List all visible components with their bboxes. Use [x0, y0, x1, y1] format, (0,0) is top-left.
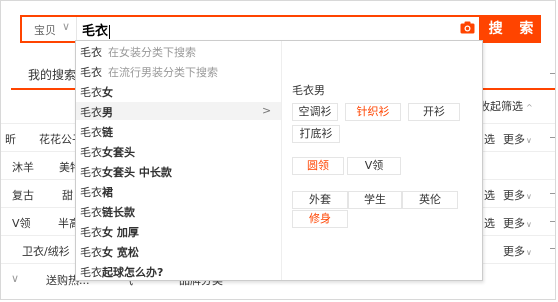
more-button[interactable]: 更多∨: [503, 131, 532, 147]
more-button[interactable]: 更多∨: [503, 187, 532, 203]
filter-partial-text: 昕: [5, 133, 16, 146]
chevron-down-icon: ∨: [526, 248, 532, 257]
attribute-tag[interactable]: 修身: [292, 210, 348, 228]
suggestion-item[interactable]: 毛衣女套头 中长款: [76, 162, 281, 180]
brand-item[interactable]: V领: [12, 215, 31, 231]
suggestion-prefix: 毛衣: [80, 206, 102, 219]
suggestion-item[interactable]: 毛衣女 宽松: [76, 242, 281, 260]
chevron-down-icon: ∨: [62, 20, 71, 33]
scrollbar-mark: [550, 137, 555, 138]
attribute-tag[interactable]: 圆领: [292, 157, 344, 175]
search-query-text: 毛衣: [82, 24, 109, 39]
more-label: 更多: [503, 217, 525, 230]
panel-title: 毛衣男: [292, 84, 325, 97]
scrollbar-mark: [550, 193, 555, 194]
suggestion-item[interactable]: 毛衣女 加厚: [76, 222, 281, 240]
scrollbar-mark: [550, 221, 555, 222]
attribute-tag[interactable]: 外套: [292, 191, 348, 209]
more-label: 更多: [503, 189, 525, 202]
suggestion-keyword: 毛衣: [80, 66, 102, 79]
brand-item[interactable]: 沐羊: [12, 159, 34, 175]
search-button[interactable]: 搜 索: [481, 15, 541, 43]
suggestion-item[interactable]: 毛衣女: [76, 82, 281, 100]
suggestion-completion: 女: [102, 86, 113, 99]
suggestion-prefix: 毛衣: [80, 246, 102, 259]
search-input[interactable]: 毛衣: [82, 20, 111, 39]
suggestion-completion: 链: [102, 126, 113, 139]
more-label: 更多: [503, 245, 525, 258]
scrollbar-mark: [550, 73, 555, 74]
collapse-filter-button[interactable]: 收起筛选 ^: [479, 98, 533, 114]
search-scope-label: 宝贝: [34, 24, 56, 37]
suggestion-prefix: 毛衣: [80, 86, 102, 99]
suggestion-item[interactable]: 毛衣裙: [76, 182, 281, 200]
suggestion-category-men[interactable]: 毛衣 在流行男装分类下搜索: [76, 62, 281, 80]
filter-partial-text: 选: [484, 189, 495, 202]
suggestion-completion: 女 加厚: [102, 226, 139, 239]
suggestion-prefix: 毛衣: [80, 126, 102, 139]
suggestion-completion: 裙: [102, 186, 113, 199]
tab-my-search[interactable]: 我的搜索: [28, 66, 76, 83]
attribute-tag[interactable]: 针织衫: [345, 103, 401, 121]
attribute-tag[interactable]: 打底衫: [292, 125, 340, 143]
brand-item[interactable]: 甜: [62, 187, 73, 203]
attribute-tag[interactable]: 开衫: [408, 103, 460, 121]
filter-partial-text: 选: [484, 133, 495, 146]
suggestion-list: 毛衣 在女装分类下搜索 毛衣 在流行男装分类下搜索 毛衣女 毛衣男 > 毛衣链 毛衣…: [76, 41, 282, 280]
suggestion-keyword: 毛衣: [80, 46, 102, 59]
suggestion-scope-text: 在女装分类下搜索: [108, 46, 196, 59]
chevron-down-icon: ∨: [526, 192, 532, 201]
brand-item[interactable]: 复古: [12, 187, 34, 203]
suggestion-completion: 链长款: [102, 206, 135, 219]
attribute-tag[interactable]: 英伦: [402, 191, 458, 209]
chevron-down-icon: ∨: [526, 220, 532, 229]
suggestion-prefix: 毛衣: [80, 266, 102, 279]
more-button[interactable]: 更多∨: [503, 243, 532, 259]
chevron-up-icon: ^: [526, 103, 533, 112]
search-bar: 宝贝 ∨ 毛衣: [20, 15, 481, 43]
suggestion-prefix: 毛衣: [80, 166, 102, 179]
attribute-tag[interactable]: 空调衫: [292, 103, 338, 121]
suggestion-item[interactable]: 毛衣女套头: [76, 142, 281, 160]
search-scope-select[interactable]: 宝贝 ∨: [22, 17, 77, 41]
suggestion-item-active[interactable]: 毛衣男 >: [76, 102, 281, 120]
text-cursor: [109, 24, 111, 39]
chevron-down-icon: ∨: [526, 136, 532, 145]
brand-item[interactable]: 卫衣/绒衫: [22, 243, 70, 259]
suggestion-prefix: 毛衣: [80, 146, 102, 159]
suggestion-prefix: 毛衣: [80, 226, 102, 239]
scrollbar-mark: [550, 248, 555, 249]
chevron-down-icon[interactable]: ∨: [11, 272, 19, 285]
suggestion-item[interactable]: 毛衣起球怎么办?: [76, 262, 281, 280]
suggestion-prefix: 毛衣: [80, 106, 102, 119]
collapse-filter-label: 收起筛选: [479, 100, 523, 113]
attribute-tag[interactable]: V领: [347, 157, 401, 175]
filter-partial-text: 选: [484, 217, 495, 230]
browser-frame: 我的搜索 收起筛选 ^ 昕 花花公子 沐羊 美特 复古 甜 V领 半高 卫衣/绒衫…: [0, 0, 556, 300]
search-suggestion-dropdown: 毛衣 在女装分类下搜索 毛衣 在流行男装分类下搜索 毛衣女 毛衣男 > 毛衣链 毛衣…: [75, 40, 483, 281]
attribute-tag[interactable]: 学生: [348, 191, 402, 209]
suggestion-completion: 起球怎么办?: [102, 266, 164, 279]
suggestion-prefix: 毛衣: [80, 186, 102, 199]
camera-icon[interactable]: [460, 21, 475, 34]
suggestion-item[interactable]: 毛衣链长款: [76, 202, 281, 220]
suggestion-item[interactable]: 毛衣链: [76, 122, 281, 140]
suggestion-completion: 女 宽松: [102, 246, 139, 259]
suggestion-scope-text: 在流行男装分类下搜索: [108, 66, 218, 79]
more-button[interactable]: 更多∨: [503, 215, 532, 231]
suggestion-category-women[interactable]: 毛衣 在女装分类下搜索: [76, 42, 281, 60]
chevron-right-icon: >: [262, 104, 272, 117]
more-label: 更多: [503, 133, 525, 146]
suggestion-completion: 女套头: [102, 146, 135, 159]
suggestion-completion: 男: [102, 106, 113, 119]
suggestion-completion: 女套头 中长款: [102, 166, 172, 179]
